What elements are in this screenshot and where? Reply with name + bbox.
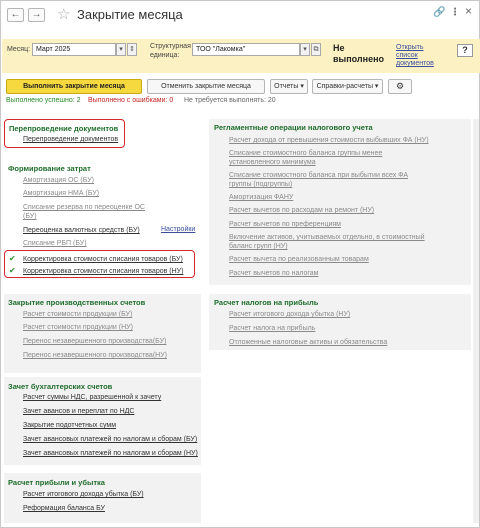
task-fanu-depreciation[interactable]: Амортизация ФАНУ [229,193,293,202]
task-wip-transfer-bu[interactable]: Перенос незавершенного производства(БУ) [23,337,166,346]
reports-menu-button[interactable]: Отчеты ▾ [270,79,308,94]
task-vat-advances-offset[interactable]: Зачет авансов и переплат по НДС [23,407,134,416]
stats-not-required: Не требуется выполнять: 20 [184,97,276,104]
unit-dropdown-button[interactable]: ▾ [300,43,310,56]
cancel-month-close-button[interactable]: Отменить закрытие месяца [147,79,265,94]
task-tax-deductions[interactable]: Расчет вычетов по налогам [229,269,319,278]
section-title-profit: Расчет прибыли и убытка [8,478,105,487]
more-icon[interactable]: ⋮ [450,7,460,18]
status-line1: Не [333,43,345,53]
task-depreciation-nma[interactable]: Амортизация НМА (БУ) [23,189,99,198]
unit-open-button[interactable]: ⧉ [311,43,321,56]
check-icon-nu: ✔ [9,266,16,275]
task-deferred-tax-assets[interactable]: Отложенные налоговые активы и обязательс… [229,338,387,347]
task-repair-deductions[interactable]: Расчет вычетов по расходам на ремонт (НУ… [229,206,374,215]
task-final-income-loss-bu[interactable]: Расчет итогового дохода убытка (БУ) [23,490,144,499]
status-line2: выполнено [333,54,385,64]
unit-label-line2: единица: [150,52,180,59]
task-preference-deductions[interactable]: Расчет вычетов по преференциям [229,220,341,229]
month-spinner-button[interactable]: ⇕ [127,43,137,56]
documents-link-line1[interactable]: Открыть [396,44,424,51]
month-field[interactable]: Март 2025 [32,43,116,56]
unit-label-line1: Структурная [150,43,191,50]
task-repost-documents[interactable]: Перепроведение документов [23,135,118,144]
references-menu-button[interactable]: Справки-расчеты ▾ [312,79,383,94]
task-tax-advances-offset-bu[interactable]: Зачет авансовых платежей по налогам и сб… [23,435,197,444]
task-sold-goods-deduction[interactable]: Расчет вычета по реализованным товарам [229,255,369,264]
task-rbp-writeoff[interactable]: Списание РБП (БУ) [23,239,87,248]
window-frame: ← → ☆ Закрытие месяца 🔗 ⋮ × Месяц: Март … [0,0,480,528]
section-title-production: Закрытие производственных счетов [8,298,146,307]
documents-link-line3[interactable]: документов [396,60,434,67]
task-balance-reformation[interactable]: Реформация баланса БУ [23,504,105,513]
settings-link[interactable]: Настройки [161,226,195,233]
task-income-tax-calc[interactable]: Расчет налога на прибыль [229,324,315,333]
forward-arrow-icon[interactable]: → [28,8,45,22]
documents-link-line2[interactable]: список [396,52,418,59]
section-title-accounting: Зачет бухгалтерских счетов [8,382,113,391]
task-production-cost-bu[interactable]: Расчет стоимости продукции (БУ) [23,310,132,319]
section-title-tax-ops: Регламентные операции налогового учета [214,123,373,132]
settings-gear-icon[interactable]: ⚙ [388,79,412,94]
favorite-star-icon[interactable]: ☆ [57,5,70,23]
scrollbar[interactable] [473,119,479,523]
task-tax-advances-offset-nu[interactable]: Зачет авансовых платежей по налогам и сб… [23,449,198,458]
task-goods-cost-correction-nu[interactable]: Корректировка стоимости списания товаров… [23,267,183,276]
section-title-repost: Перепроведение документов [9,124,119,133]
task-vat-offset-calc[interactable]: Расчет суммы НДС, разрешенной к зачету [23,393,161,402]
unit-field[interactable]: ТОО "Лакомка" [192,43,300,56]
section-title-income-tax: Расчет налогов на прибыль [214,298,319,307]
stats-errors: Выполнено с ошибками: 0 [88,97,174,104]
task-separate-assets-inclusion[interactable]: Включение активов, учитываемых отдельно,… [229,233,439,251]
month-dropdown-button[interactable]: ▾ [116,43,126,56]
link-icon[interactable]: 🔗 [433,7,445,18]
task-group-balance-minimum[interactable]: Списание стоимостного баланса группы мен… [229,149,397,167]
run-month-close-button[interactable]: Выполнить закрытие месяца [6,79,142,94]
check-icon-bu: ✔ [9,254,16,263]
help-button[interactable]: ? [457,44,473,57]
task-revaluation-reserve[interactable]: Списание резерва по переоценке ОС (БУ) [23,203,151,221]
stats-success: Выполнено успешно: 2 [6,97,81,104]
task-depreciation-os[interactable]: Амортизация ОС (БУ) [23,176,94,185]
month-label: Месяц: [7,46,31,53]
task-fa-excess-income[interactable]: Расчет дохода от превышения стоимости вы… [229,136,429,145]
task-production-cost-nu[interactable]: Расчет стоимости продукции (НУ) [23,323,133,332]
task-currency-revaluation[interactable]: Переоценка валютных средств (БУ) [23,226,140,235]
close-icon[interactable]: × [465,4,472,18]
page-title: Закрытие месяца [77,7,183,22]
section-title-costs: Формирование затрат [8,164,91,173]
task-goods-cost-correction-bu[interactable]: Корректировка стоимости списания товаров… [23,255,183,264]
task-final-income-loss-nu[interactable]: Расчет итогового дохода убытка (НУ) [229,310,350,319]
back-arrow-icon[interactable]: ← [7,8,24,22]
task-accountable-sums-close[interactable]: Закрытие подотчетных сумм [23,421,116,430]
task-wip-transfer-nu[interactable]: Перенос незавершенного производства(НУ) [23,351,167,360]
task-group-balance-disposal[interactable]: Списание стоимостного баланса при выбыти… [229,171,417,189]
